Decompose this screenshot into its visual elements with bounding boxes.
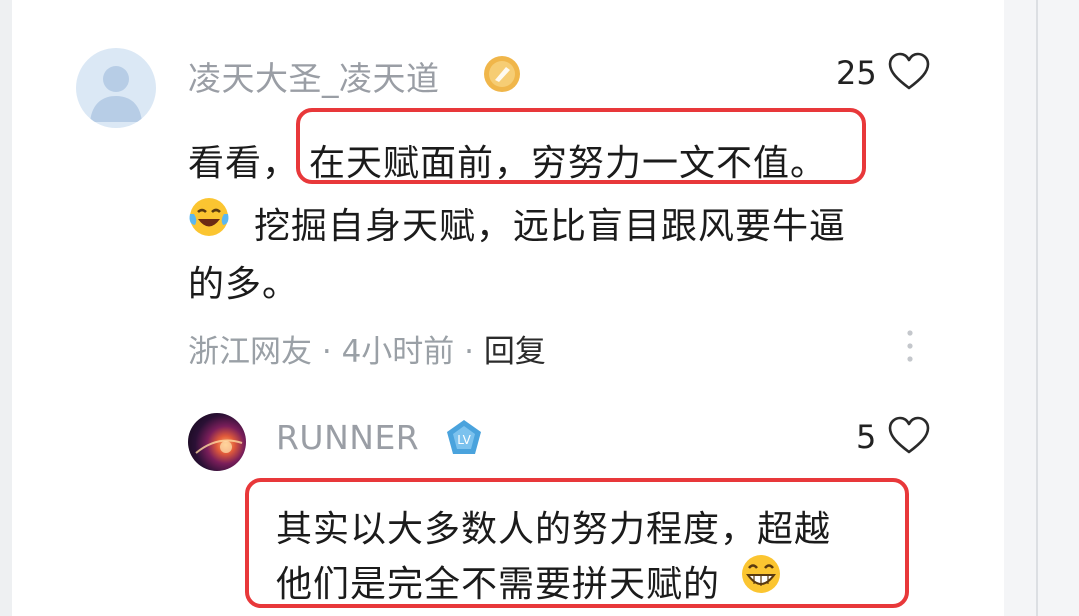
side-divider <box>1036 0 1038 616</box>
more-options-icon[interactable] <box>905 328 915 364</box>
side-gutter <box>1004 0 1079 616</box>
meta-separator: · <box>321 334 332 370</box>
heart-icon[interactable] <box>887 416 931 456</box>
meta-separator: · <box>464 334 475 370</box>
meta-time: 4小时前 <box>341 334 455 370</box>
reply-line-1: 其实以大多数人的努力程度，超越 <box>276 509 832 550</box>
comment-like-count: 25 <box>836 54 877 92</box>
comment-prefix-text: 看看， <box>188 143 300 184</box>
comment-meta: 浙江网友 · 4小时前 · 回复 <box>188 326 546 371</box>
reply-line-2: 他们是完全不需要拼天赋的 <box>276 564 721 605</box>
blue-level-badge-icon: LV <box>444 418 484 458</box>
reply-like-count: 5 <box>856 418 877 456</box>
laugh-cry-emoji-icon <box>189 198 229 236</box>
comment-username[interactable]: 凌天大圣_凌天道 <box>188 52 440 100</box>
avatar-image <box>195 439 243 454</box>
avatar[interactable] <box>188 413 246 471</box>
comment-line-3: 的多。 <box>188 264 300 305</box>
reply-button[interactable]: 回复 <box>484 334 546 370</box>
avatar[interactable] <box>76 48 156 128</box>
heart-icon[interactable] <box>887 52 931 92</box>
comment-line-2: 挖掘自身天赋，远比盲目跟风要牛逼 <box>254 206 847 247</box>
reply-username[interactable]: RUNNER <box>276 418 419 457</box>
grin-emoji-icon <box>742 555 780 593</box>
svg-text:LV: LV <box>457 433 471 447</box>
gold-level-badge-icon <box>482 54 522 94</box>
default-user-icon <box>90 66 142 122</box>
comment-highlighted-text: 在天赋面前，穷努力一文不值。 <box>309 143 828 184</box>
meta-location: 浙江网友 <box>188 334 312 370</box>
